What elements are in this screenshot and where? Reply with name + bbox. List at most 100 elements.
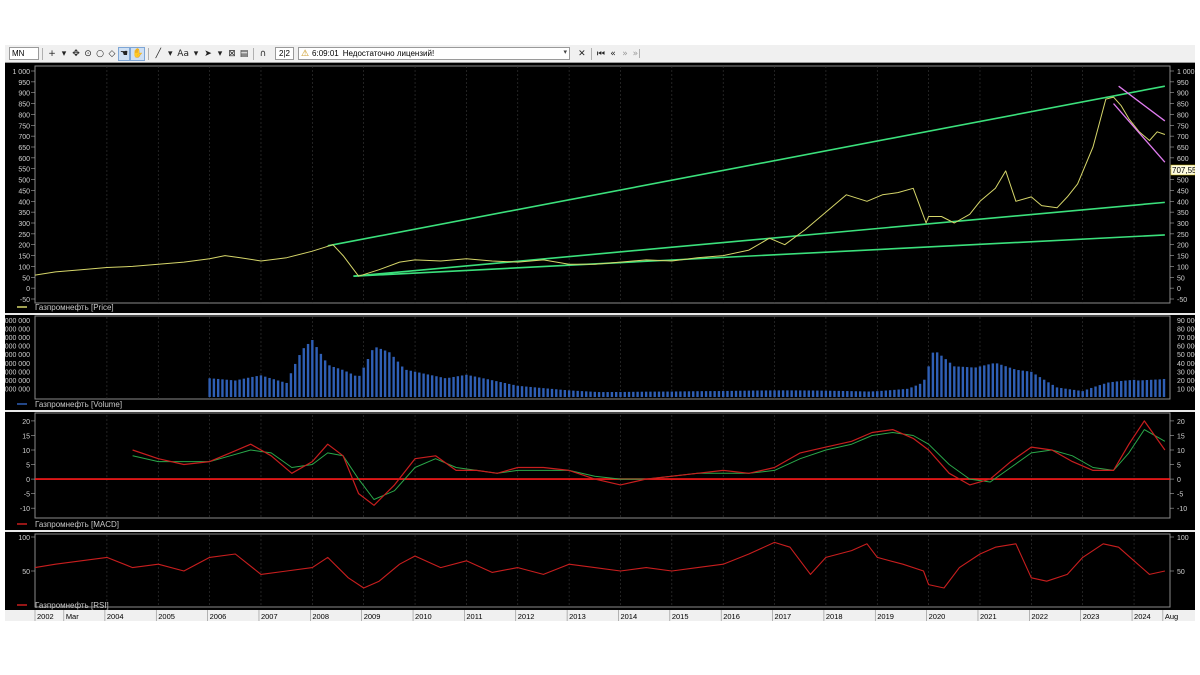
- y-tick-label: 000 000: [5, 369, 30, 376]
- y-tick-label: 700: [18, 134, 30, 141]
- volume-bar: [576, 390, 579, 397]
- volume-bar: [799, 390, 802, 397]
- volume-bar: [1060, 388, 1063, 397]
- text-tool-icon[interactable]: Aa: [176, 47, 190, 61]
- grab-icon[interactable]: ✋: [130, 46, 146, 61]
- page-indicator[interactable]: 2|2: [274, 47, 294, 60]
- volume-bar: [1055, 387, 1059, 397]
- pan-icon[interactable]: ✥: [70, 47, 82, 61]
- y-tick-label: 40 000: [1177, 361, 1195, 368]
- chevron-down-icon[interactable]: ▾: [563, 48, 567, 56]
- volume-bar: [811, 390, 815, 397]
- volume-bar: [332, 366, 335, 397]
- volume-bar: [392, 356, 395, 397]
- volume-bar: [987, 364, 990, 397]
- panel-splitter[interactable]: [5, 313, 1195, 315]
- target-icon[interactable]: ⊙: [82, 47, 94, 61]
- y-tick-label: 70 000: [1177, 335, 1195, 342]
- volume-bar: [841, 390, 845, 397]
- volume-bar: [439, 377, 442, 397]
- price-legend[interactable]: Газпромнефть [Price]: [35, 303, 114, 312]
- magnet-icon[interactable]: ∩: [257, 47, 269, 61]
- timeframe-select[interactable]: MN: [9, 47, 39, 60]
- eraser-icon[interactable]: ◇: [106, 47, 118, 61]
- date-tick-label: Aug: [1165, 612, 1178, 621]
- volume-bar: [499, 382, 502, 397]
- volume-bar: [589, 391, 592, 397]
- y-tick-label: -10: [20, 506, 30, 513]
- volume-bar: [721, 391, 725, 397]
- go-forward-icon[interactable]: »: [619, 47, 631, 61]
- volume-bar: [858, 391, 862, 397]
- y-tick-label: 900: [18, 91, 30, 98]
- y-tick-label: 100: [1177, 535, 1189, 542]
- go-first-icon[interactable]: ⏮: [595, 47, 607, 61]
- volume-bar: [828, 390, 832, 397]
- arrow-marker-icon[interactable]: ➤: [202, 47, 214, 61]
- volume-bar: [572, 390, 575, 397]
- volume-bar: [867, 391, 870, 397]
- volume-bar: [276, 380, 280, 397]
- date-tick-label: 2016: [723, 612, 740, 621]
- y-tick-label: 600: [18, 156, 30, 163]
- message-text: Недостаточно лицензий!: [342, 49, 435, 58]
- y-tick-label: 20 000: [1177, 378, 1195, 385]
- volume-bar: [1102, 383, 1106, 397]
- volume-y-axis-right: 90 000 80 00070 000 60 00050 000 40 00030 0…: [1177, 318, 1195, 393]
- y-tick-label: 250: [18, 232, 30, 239]
- volume-bar: [974, 367, 977, 397]
- volume-bar: [717, 391, 721, 397]
- volume-bar: [614, 391, 618, 397]
- volume-bar: [696, 391, 699, 397]
- volume-bar: [225, 379, 228, 397]
- dropdown-arrow-icon[interactable]: ▾: [164, 47, 176, 61]
- date-tick-label: 2021: [980, 612, 997, 621]
- circle-icon[interactable]: ○: [94, 47, 106, 61]
- dropdown-arrow-icon[interactable]: ▾: [190, 47, 202, 61]
- y-tick-label: 000 000: [5, 318, 30, 325]
- date-tick-label: 2018: [826, 612, 843, 621]
- dropdown-arrow-icon[interactable]: ▾: [214, 47, 226, 61]
- volume-bar: [1141, 380, 1144, 397]
- volume-bar: [272, 379, 276, 397]
- go-last-icon[interactable]: »|: [631, 47, 643, 61]
- delete-objects-icon[interactable]: ⊠: [226, 47, 238, 61]
- chart-area[interactable]: 1 00095090085080075070065060055050045040…: [5, 63, 1195, 621]
- volume-bar: [1162, 378, 1166, 397]
- volume-bar: [709, 391, 712, 397]
- volume-bar: [302, 348, 305, 397]
- volume-bar: [666, 391, 669, 397]
- volume-bar: [460, 375, 464, 397]
- volume-bar: [1008, 367, 1012, 397]
- y-tick-label: 350: [18, 210, 30, 217]
- volume-bar: [1098, 385, 1102, 397]
- volume-bar: [456, 376, 460, 397]
- volume-bar: [1004, 366, 1007, 397]
- y-tick-label: 300: [18, 221, 30, 228]
- volume-bar: [893, 389, 896, 397]
- layers-icon[interactable]: ▤: [238, 47, 250, 61]
- volume-bar: [1090, 387, 1093, 397]
- volume-bar: [388, 352, 391, 397]
- go-back-icon[interactable]: «: [607, 47, 619, 61]
- message-box[interactable]: ⚠ 6:09:01 Недостаточно лицензий! ▾: [297, 47, 570, 60]
- volume-legend[interactable]: Газпромнефть [Volume]: [35, 400, 122, 409]
- y-tick-label: 10: [22, 448, 30, 455]
- volume-bar: [674, 391, 678, 397]
- volume-bar: [229, 380, 233, 397]
- y-tick-label: 60 000: [1177, 344, 1195, 351]
- rsi-legend[interactable]: Газпромнефть [RSI]: [35, 601, 109, 610]
- volume-bar: [358, 375, 361, 397]
- dropdown-arrow-icon[interactable]: ▾: [58, 47, 70, 61]
- panel-splitter[interactable]: [5, 410, 1195, 412]
- volume-bar: [452, 376, 455, 397]
- close-icon[interactable]: ✕: [576, 47, 588, 61]
- line-tool-icon[interactable]: ╱: [152, 47, 164, 61]
- panel-splitter[interactable]: [5, 530, 1195, 532]
- macd-legend[interactable]: Газпромнефть [MACD]: [35, 520, 119, 529]
- y-tick-label: 950: [18, 80, 30, 87]
- hand-icon[interactable]: ☚: [118, 46, 131, 61]
- crosshair-icon[interactable]: +: [46, 47, 58, 61]
- y-tick-label: 1 000: [12, 69, 30, 76]
- volume-bar: [653, 391, 656, 397]
